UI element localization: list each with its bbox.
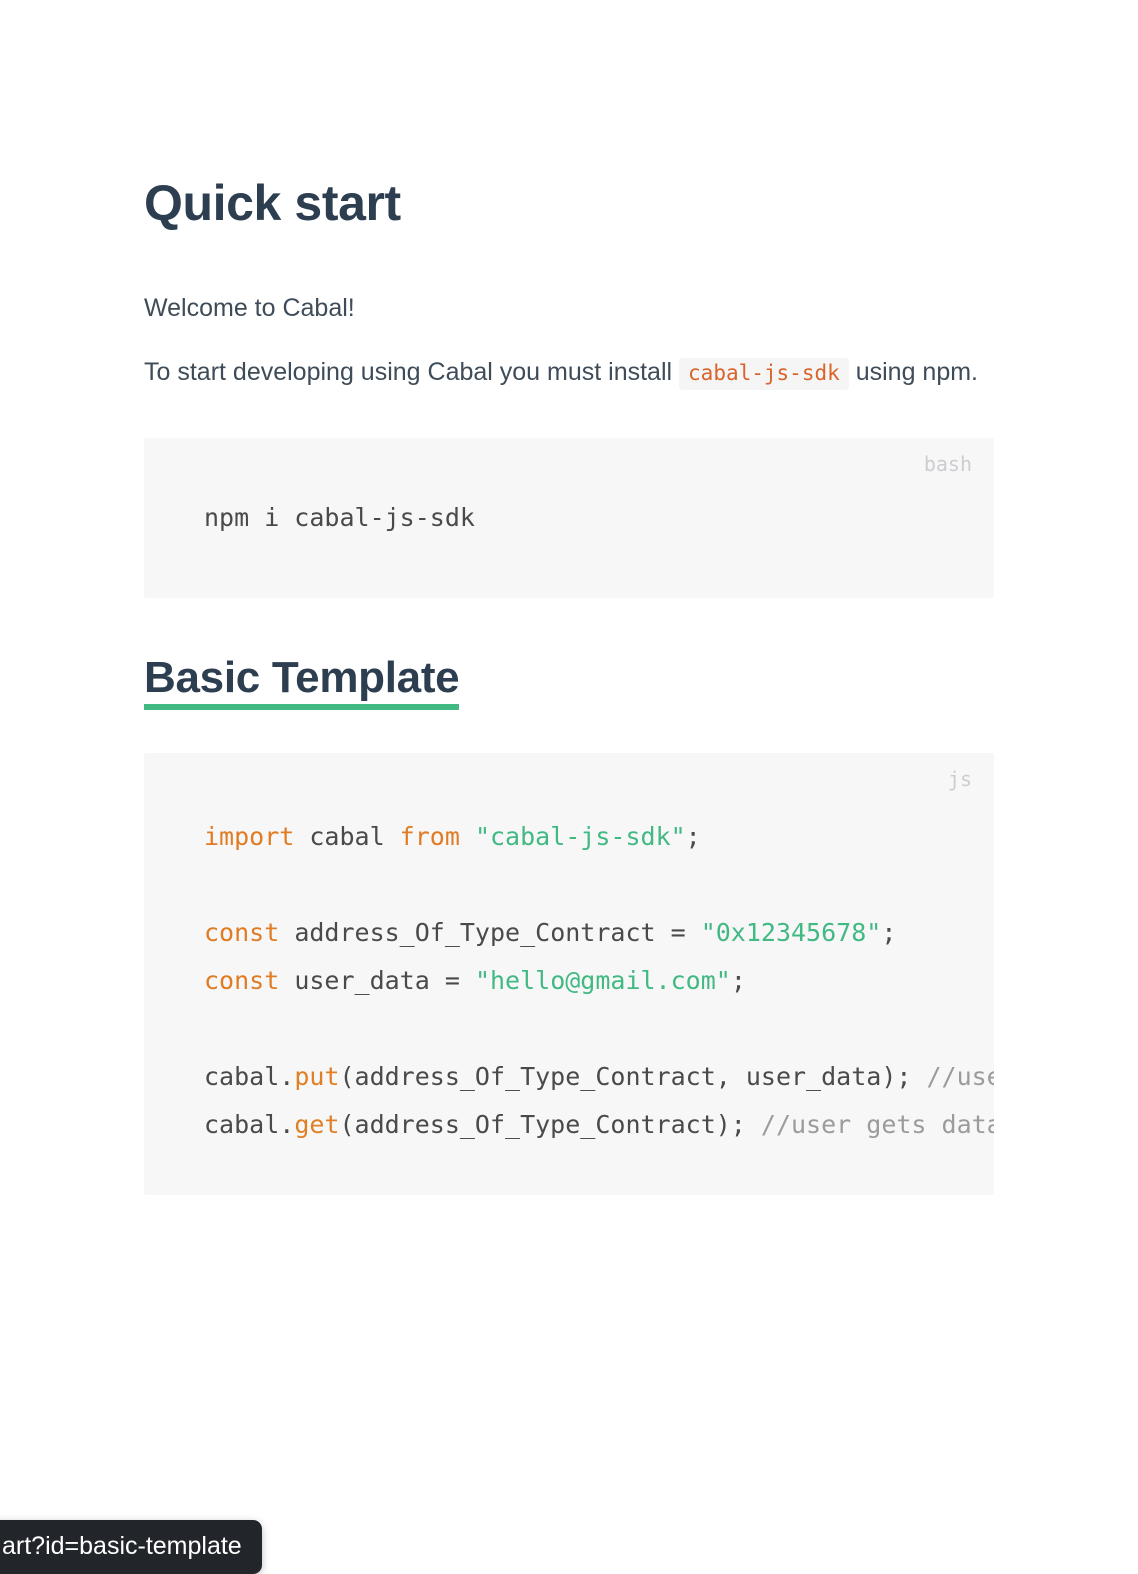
code-content-js[interactable]: import cabal from "cabal-js-sdk"; const … (144, 753, 994, 1195)
documentation-content: Quick start Welcome to Cabal! To start d… (144, 0, 994, 1195)
code-token-plain: cabal (294, 821, 400, 851)
code-token-plain: (address_Of_Type_Contract, user_data); (339, 1061, 927, 1091)
code-token-keyword: import (204, 821, 295, 851)
code-token-plain: cabal. (204, 1109, 295, 1139)
code-token-plain: ; (730, 965, 746, 995)
code-token-keyword: const (204, 917, 280, 947)
install-paragraph: To start developing using Cabal you must… (144, 329, 994, 393)
code-content-bash[interactable]: npm i cabal-js-sdk (144, 438, 994, 598)
code-token-comment: //user puts data (926, 1061, 994, 1091)
code-language-label-bash: bash (923, 452, 972, 476)
code-token-string: "cabal-js-sdk" (474, 821, 686, 851)
browser-status-url-tooltip: art?id=basic-template (0, 1520, 262, 1574)
code-token-plain: user_data = (279, 965, 475, 995)
code-block-js: js import cabal from "cabal-js-sdk"; con… (144, 752, 994, 1195)
code-token-comment: //user gets data (760, 1109, 994, 1139)
inline-code-package-name: cabal-js-sdk (679, 358, 849, 390)
code-token-function: put (294, 1061, 340, 1091)
section-heading-link[interactable]: Basic Template (144, 653, 460, 710)
page-title: Quick start (144, 175, 401, 231)
code-token-string: "hello@gmail.com" (474, 965, 731, 995)
code-token-plain: ; (685, 821, 701, 851)
code-token-function: get (294, 1109, 340, 1139)
code-block-bash: bash npm i cabal-js-sdk (144, 438, 994, 598)
documentation-page: { "page": { "title": "Quick start", "int… (0, 0, 1138, 1574)
intro-paragraph: Welcome to Cabal! (144, 294, 355, 322)
code-language-label-js: js (947, 766, 972, 791)
code-token-keyword: from (399, 821, 460, 851)
code-token-string: "0x12345678" (700, 917, 882, 947)
code-token-plain: (address_Of_Type_Contract); (339, 1109, 761, 1139)
install-text-after: using npm. (855, 358, 978, 386)
code-token-plain: ; (881, 917, 897, 947)
code-token-plain: address_Of_Type_Contract = (279, 917, 701, 947)
install-text-before: To start developing using Cabal you must… (144, 358, 673, 386)
code-token-keyword: const (204, 965, 280, 995)
section-heading-basic-template: Basic Template (144, 598, 994, 710)
code-token-plain: cabal. (204, 1061, 295, 1091)
